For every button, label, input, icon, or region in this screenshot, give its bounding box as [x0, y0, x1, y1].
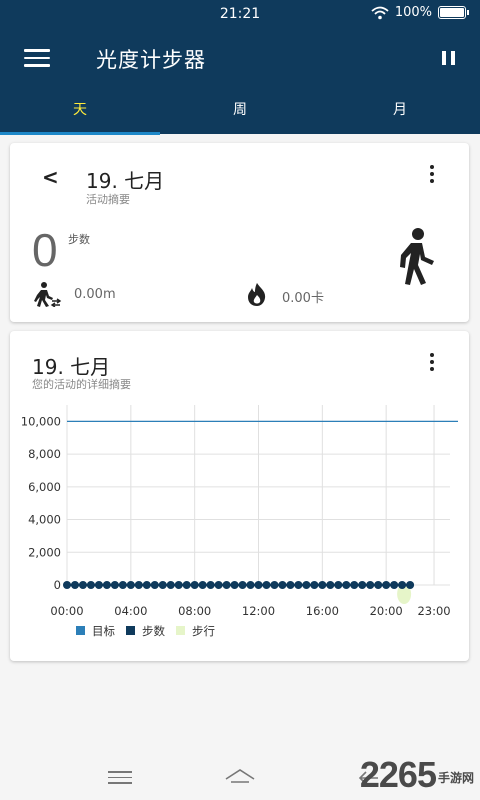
nav-menu-icon[interactable] — [108, 771, 132, 785]
steps-data-point — [318, 581, 327, 589]
steps-data-point — [310, 581, 319, 589]
activity-detail-card: 19. 七月 您的活动的详细摘要 0 2,000 4,000 6,000 8,000 10… — [10, 331, 469, 661]
steps-data-point — [374, 581, 383, 589]
steps-data-point — [278, 581, 287, 589]
y-tick-label: 8,000 — [28, 447, 61, 461]
hamburger-menu-icon[interactable] — [24, 49, 50, 69]
battery-icon — [438, 6, 469, 19]
legend-label: 步行 — [192, 624, 215, 638]
summary-subtitle: 活动摘要 — [86, 193, 130, 206]
summary-more-options-icon[interactable] — [428, 165, 436, 185]
x-tick-label: 08:00 — [178, 604, 211, 618]
steps-data-point — [126, 581, 135, 589]
steps-data-point — [190, 581, 199, 589]
battery-percent: 100% — [394, 5, 432, 20]
steps-data-point — [262, 581, 271, 589]
app-title: 光度计步器 — [96, 48, 206, 72]
tab-day[interactable]: 天 — [0, 88, 160, 135]
steps-label: 步数 — [68, 233, 90, 246]
watermark-site: 手游网 — [437, 770, 474, 785]
steps-data-point — [174, 581, 183, 589]
tab-week[interactable]: 周 — [160, 88, 320, 134]
status-bar: 21:21 100% — [0, 0, 480, 30]
steps-data-point — [63, 581, 71, 589]
y-tick-label: 6,000 — [28, 480, 61, 494]
steps-data-point — [366, 581, 375, 589]
y-tick-label: 4,000 — [28, 513, 61, 527]
steps-data-point — [182, 581, 191, 589]
steps-data-point — [246, 581, 255, 589]
x-tick-label: 04:00 — [114, 604, 147, 618]
steps-data-point — [382, 581, 391, 589]
steps-data-point — [214, 581, 223, 589]
steps-data-point — [70, 581, 79, 589]
watermark-logo: 2265 手游网 — [360, 754, 474, 796]
legend-swatch — [126, 626, 135, 635]
legend-swatch — [76, 626, 85, 635]
steps-data-point — [150, 581, 159, 589]
steps-chart: 0 2,000 4,000 6,000 8,000 10,000 00:00 04:00 08:… — [21, 405, 458, 638]
y-tick-label: 10,000 — [21, 414, 61, 428]
x-tick-label: 20:00 — [370, 604, 403, 618]
walking-person-icon — [400, 228, 434, 285]
steps-data-point — [270, 581, 279, 589]
steps-data-point — [110, 581, 119, 589]
wifi-icon — [371, 6, 389, 19]
pause-icon[interactable] — [442, 51, 456, 65]
steps-data-point — [230, 581, 239, 589]
x-tick-label: 16:00 — [306, 604, 339, 618]
steps-data-point — [326, 581, 335, 589]
distance-value: 0.00m — [74, 287, 116, 302]
steps-data-point — [222, 581, 231, 589]
steps-data-point — [94, 581, 103, 589]
tab-month[interactable]: 月 — [320, 88, 480, 134]
steps-data-point — [238, 581, 247, 589]
steps-data-point — [206, 581, 215, 589]
steps-data-point — [166, 581, 175, 589]
x-tick-label: 00:00 — [50, 604, 83, 618]
steps-data-point — [198, 581, 207, 589]
legend-swatch — [176, 626, 185, 635]
y-tick-label: 0 — [54, 578, 61, 592]
distance-icon — [34, 282, 62, 307]
period-tabs: 天 周 月 — [0, 88, 480, 135]
legend-label: 步数 — [142, 624, 165, 638]
steps-data-point — [158, 581, 167, 589]
app-bar: 光度计步器 — [0, 30, 480, 88]
steps-data-point — [398, 581, 407, 589]
nav-home-icon[interactable] — [224, 768, 256, 788]
previous-day-icon[interactable]: < — [42, 165, 59, 189]
steps-data-point — [294, 581, 303, 589]
steps-data-point — [350, 581, 359, 589]
steps-data-point — [286, 581, 295, 589]
steps-data-point — [102, 581, 111, 589]
activity-summary-card: < 19. 七月 活动摘要 0 步数 0.00m 0.00卡 — [10, 143, 469, 322]
steps-data-point — [134, 581, 143, 589]
legend-label: 目标 — [92, 624, 115, 638]
steps-data-point — [118, 581, 127, 589]
steps-data-point — [390, 581, 399, 589]
steps-value: 0 — [32, 224, 58, 276]
calories-value: 0.00卡 — [282, 291, 324, 306]
steps-data-point — [342, 581, 351, 589]
steps-data-point — [334, 581, 343, 589]
summary-date: 19. 七月 — [86, 169, 165, 193]
steps-data-point — [406, 581, 415, 589]
steps-data-point — [142, 581, 151, 589]
x-tick-label: 23:00 — [417, 604, 450, 618]
steps-data-point — [302, 581, 311, 589]
x-tick-label: 12:00 — [242, 604, 275, 618]
calories-flame-icon — [248, 283, 266, 306]
steps-data-point — [254, 581, 263, 589]
steps-data-point — [78, 581, 87, 589]
steps-data-point — [358, 581, 367, 589]
status-right: 100% — [371, 5, 469, 20]
watermark-number: 2265 — [359, 754, 437, 795]
steps-data-point — [86, 581, 95, 589]
y-tick-label: 2,000 — [28, 545, 61, 559]
